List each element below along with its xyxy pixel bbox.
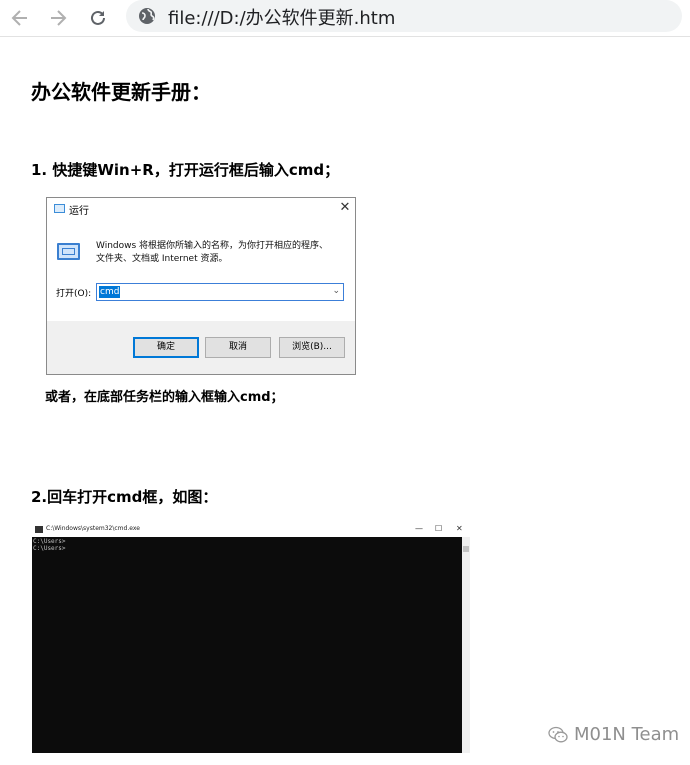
run-dialog-titlebar: 运行 ✕ (47, 198, 355, 220)
watermark-text: M01N Team (574, 724, 680, 745)
maximize-icon: ☐ (435, 524, 443, 533)
cmd-scrollbar-thumb (463, 546, 469, 552)
minimize-icon: — (415, 524, 423, 533)
cancel-button: 取消 (205, 337, 271, 358)
watermark: M01N Team (548, 724, 679, 745)
run-input-value: cmd (99, 286, 121, 298)
browser-toolbar: file:///D:/办公软件更新.htm (0, 0, 690, 37)
run-description: Windows 将根据你所输入的名称，为你打开相应的程序、 文件夹、文档或 In… (96, 240, 346, 266)
forward-button[interactable] (44, 4, 72, 32)
run-dialog-title: 运行 (69, 206, 89, 217)
cmd-output: C:\Users> C:\Users> (33, 538, 66, 552)
cmd-app-icon (35, 526, 43, 533)
step2-heading: 2.回车打开cmd框，如图： (31, 488, 218, 506)
reload-icon (91, 10, 105, 25)
cmd-line: C:\Users> (33, 538, 66, 545)
address-bar[interactable]: file:///D:/办公软件更新.htm (126, 0, 682, 32)
cmd-scrollbar (462, 537, 470, 753)
browse-button: 浏览(B)... (279, 337, 345, 358)
close-icon: ✕ (456, 524, 463, 533)
back-button[interactable] (6, 4, 34, 32)
run-description-line2: 文件夹、文档或 Internet 资源。 (96, 254, 228, 264)
page-title: 办公软件更新手册： (31, 80, 211, 104)
arrow-right-icon (51, 10, 67, 26)
reload-button[interactable] (84, 4, 112, 32)
run-dialog-screenshot: 运行 ✕ Windows 将根据你所输入的名称，为你打开相应的程序、 文件夹、文… (46, 197, 356, 375)
alternative-note: 或者，在底部任务栏的输入框输入cmd； (45, 390, 284, 405)
url-text[interactable]: file:///D:/办公软件更新.htm (168, 4, 395, 30)
run-description-line1: Windows 将根据你所输入的名称，为你打开相应的程序、 (96, 241, 329, 251)
run-command-input: cmd ⌄ (96, 283, 344, 301)
cmd-line: C:\Users> (33, 545, 66, 552)
wechat-icon (548, 726, 568, 742)
step1-heading: 1. 快捷键Win+R，打开运行框后输入cmd； (31, 161, 340, 179)
run-program-icon (57, 243, 80, 260)
cmd-titlebar: C:\Windows\system32\cmd.exe — ☐ ✕ (32, 523, 470, 537)
chevron-down-icon: ⌄ (332, 286, 340, 296)
ok-button: 确定 (133, 337, 199, 358)
arrow-left-icon (11, 10, 27, 26)
open-label: 打开(O): (56, 289, 92, 299)
run-app-icon (54, 204, 65, 213)
globe-icon (139, 8, 155, 24)
cmd-window-screenshot: C:\Windows\system32\cmd.exe — ☐ ✕ C:\Use… (32, 523, 470, 753)
close-icon: ✕ (339, 200, 351, 215)
cmd-title: C:\Windows\system32\cmd.exe (46, 525, 140, 532)
